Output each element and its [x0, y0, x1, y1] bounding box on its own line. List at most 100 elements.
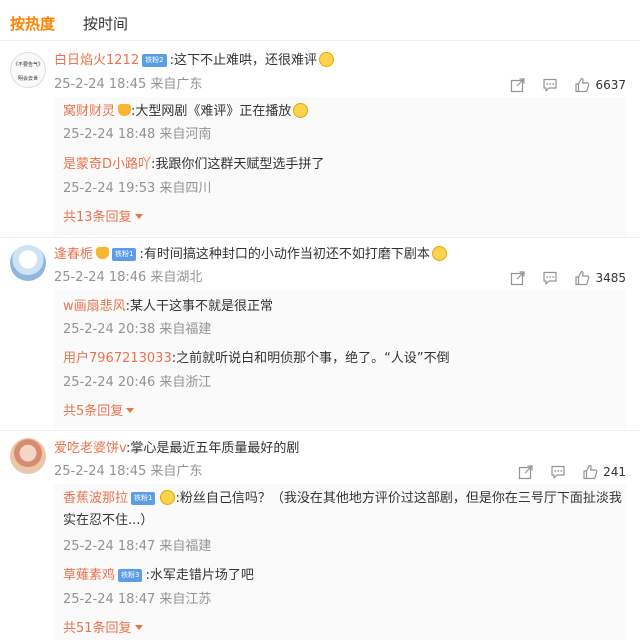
caret-down-icon — [134, 214, 143, 219]
more-replies-label: 共51条回复 — [63, 621, 132, 636]
share-button[interactable] — [502, 75, 534, 95]
reply-location: 来自四川 — [159, 181, 212, 196]
fan-badge: 铁粉1 — [131, 492, 156, 505]
share-icon — [511, 271, 526, 286]
more-replies-link[interactable]: 共5条回复 — [63, 402, 626, 422]
more-replies-link[interactable]: 共51条回复 — [63, 619, 626, 639]
comment-time: 25-2-24 18:45 — [54, 464, 147, 479]
like-icon — [575, 270, 590, 286]
avatar-caption: 明会去世 — [17, 76, 38, 82]
reply-meta: 25-2-24 18:47 来自福建 — [63, 537, 626, 557]
comment-actions: 241 — [510, 462, 626, 482]
reply-username[interactable]: 是蒙奇D小路吖 — [63, 157, 151, 172]
reply-meta: 25-2-24 18:47 来自江苏 — [63, 590, 626, 610]
more-replies-label: 共13条回复 — [63, 210, 132, 225]
caret-down-icon — [126, 408, 135, 413]
crown-icon — [96, 247, 110, 259]
reply: w画扇悲风:某人干这事不就是很正常 — [63, 297, 626, 317]
like-icon — [575, 77, 590, 93]
avatar[interactable]: 《不要告气》 明会去世 — [10, 52, 46, 88]
comment-text: :掌心是最近五年质量最好的剧 — [125, 441, 300, 456]
like-count: 6637 — [595, 78, 626, 92]
reply-meta: 25-2-24 20:46 来自浙江 — [63, 373, 626, 393]
reply-username[interactable]: 草薙素鸡 — [63, 568, 115, 583]
reply-location: 来自浙江 — [159, 375, 212, 390]
like-count: 3485 — [595, 271, 626, 285]
comment-time: 25-2-24 18:45 — [54, 77, 147, 92]
comment: 爱吃老婆饼v:掌心是最近五年质量最好的剧 — [54, 439, 626, 459]
reply-text: :我跟你们这群天赋型选手拼了 — [151, 157, 325, 172]
comment-location: 来自湖北 — [150, 270, 203, 285]
reply-time: 25-2-24 18:47 — [63, 592, 156, 607]
reply-location: 来自河南 — [159, 127, 212, 142]
reply-location: 来自江苏 — [159, 592, 212, 607]
fan-badge: 铁粉3 — [118, 569, 143, 582]
emoji-icon — [431, 246, 447, 261]
comment-text: :有时间搞这种封口的小动作当初还不如打磨下剧本 — [139, 247, 430, 262]
comment-location: 来自广东 — [150, 464, 203, 479]
reply-meta: 25-2-24 20:38 来自福建 — [63, 320, 626, 340]
comment-username[interactable]: 爱吃老婆饼v — [54, 441, 126, 456]
more-replies-link[interactable]: 共13条回复 — [63, 208, 626, 228]
reply-time: 25-2-24 18:47 — [63, 539, 156, 554]
reply-username[interactable]: 香蕉波那拉 — [63, 491, 128, 506]
fan-badge: 铁粉2 — [142, 54, 167, 67]
like-button[interactable]: 3485 — [574, 270, 626, 286]
tab-by-hot[interactable]: 按热度 — [10, 12, 55, 36]
emoji-icon — [160, 490, 176, 505]
comment-username[interactable]: 白日焰火1212 — [54, 53, 139, 68]
reply: 是蒙奇D小路吖:我跟你们这群天赋型选手拼了 — [63, 155, 626, 175]
comment-icon — [543, 78, 558, 92]
reply-time: 25-2-24 20:38 — [63, 322, 156, 337]
comment-location: 来自广东 — [150, 77, 203, 92]
reply-button[interactable] — [542, 462, 574, 482]
comment-actions: 3485 — [502, 268, 626, 288]
sort-tabs: 按热度 按时间 — [10, 12, 128, 36]
comment-icon — [543, 271, 558, 285]
like-count: 241 — [603, 465, 626, 479]
comment: 逢春栀 铁粉1:有时间搞这种封口的小动作当初还不如打磨下剧本 — [54, 245, 626, 265]
comment-icon — [551, 465, 565, 479]
reply-button[interactable] — [534, 75, 566, 95]
reply: 用户7967213033:之前就听说白和明侦那个事，绝了。“人设”不倒 — [63, 349, 626, 369]
share-button[interactable] — [510, 462, 542, 482]
divider — [0, 237, 640, 238]
crown-icon — [118, 104, 132, 116]
reply-username[interactable]: 用户7967213033 — [63, 351, 172, 366]
share-icon — [511, 78, 526, 93]
comment-username[interactable]: 逢春栀 — [54, 247, 93, 262]
comment-text: :这下不止难哄，还很难评 — [169, 53, 317, 68]
reply: 香蕉波那拉 铁粉1:粉丝自己信吗？（我没在其他地方评价过这部剧，但是你在三号厅下面… — [63, 488, 626, 532]
reply: 草薙素鸡 铁粉3:水军走错片场了吧 — [63, 566, 626, 586]
reply-text: :某人干这事不就是很正常 — [125, 299, 274, 314]
reply-location: 来自福建 — [159, 322, 212, 337]
divider — [0, 40, 640, 41]
reply-time: 25-2-24 20:46 — [63, 375, 156, 390]
reply: 窝财财灵 :大型网剧《难评》正在播放 — [63, 102, 626, 122]
avatar[interactable] — [10, 438, 46, 474]
reply-meta: 25-2-24 19:53 来自四川 — [63, 179, 626, 199]
avatar[interactable] — [10, 245, 46, 281]
reply-time: 25-2-24 18:48 — [63, 127, 156, 142]
fan-badge: 铁粉1 — [112, 248, 137, 261]
avatar-caption: 《不要告气》 — [13, 62, 44, 68]
like-button[interactable]: 241 — [582, 464, 626, 480]
reply-location: 来自福建 — [159, 539, 212, 554]
reply-button[interactable] — [534, 268, 566, 288]
reply-text: :水军走错片场了吧 — [145, 568, 254, 583]
caret-down-icon — [134, 625, 143, 630]
reply-username[interactable]: 窝财财灵 — [63, 104, 115, 119]
reply-meta: 25-2-24 18:48 来自河南 — [63, 125, 626, 145]
comment-time: 25-2-24 18:46 — [54, 270, 147, 285]
share-button[interactable] — [502, 268, 534, 288]
reply-text: :大型网剧《难评》正在播放 — [131, 104, 292, 119]
reply-time: 25-2-24 19:53 — [63, 181, 156, 196]
comment-actions: 6637 — [502, 75, 626, 95]
like-button[interactable]: 6637 — [574, 77, 626, 93]
reply-text: :之前就听说白和明侦那个事，绝了。“人设”不倒 — [171, 351, 450, 366]
comment: 白日焰火1212 铁粉2:这下不止难哄，还很难评 — [54, 51, 626, 71]
more-replies-label: 共5条回复 — [63, 404, 124, 419]
emoji-icon — [293, 103, 309, 118]
reply-username[interactable]: w画扇悲风 — [63, 299, 126, 314]
tab-by-time[interactable]: 按时间 — [83, 12, 128, 36]
